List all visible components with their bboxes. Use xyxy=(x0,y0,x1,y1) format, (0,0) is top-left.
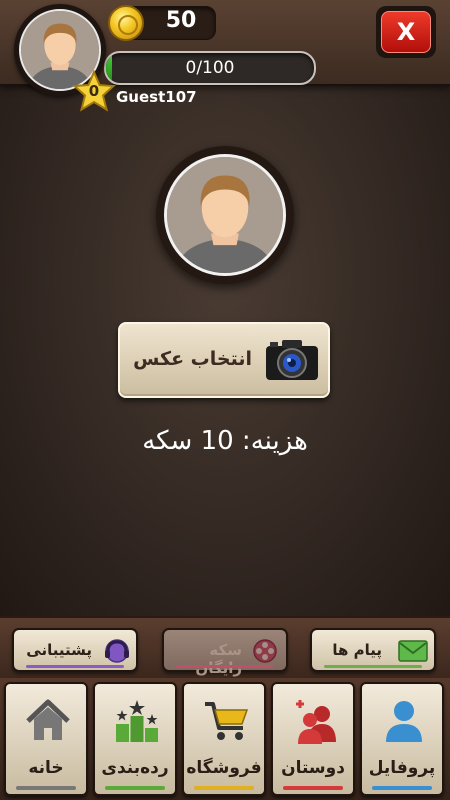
nav-friends-label: دوستان xyxy=(281,758,345,778)
nav-profile-label: پروفایل xyxy=(368,758,436,778)
envelope-icon xyxy=(398,640,428,662)
secondary-action-bar: پشتیبانی سکه رایگان پیام ها xyxy=(0,616,450,678)
support-label: پشتیبانی xyxy=(26,641,92,659)
xp-progress-text: 0/100 xyxy=(185,58,235,78)
messages-label: پیام ها xyxy=(332,641,382,659)
camera-icon xyxy=(266,340,318,380)
nav-shop-accent xyxy=(194,786,254,790)
nav-ranking-label: رده‌بندی xyxy=(101,758,169,778)
close-button[interactable]: X xyxy=(376,6,436,58)
support-button[interactable]: پشتیبانی xyxy=(12,628,138,672)
default-avatar-icon xyxy=(167,157,283,273)
level-number: 0 xyxy=(88,82,100,100)
username: Guest107 xyxy=(116,88,197,106)
close-icon: X xyxy=(381,11,431,53)
nav-friends-button[interactable]: دوستان xyxy=(271,682,355,796)
messages-accent xyxy=(324,665,422,668)
bottom-navigation-bar: خانه رده‌بندی فروشگاه xyxy=(0,678,450,800)
friends-icon xyxy=(296,700,336,744)
coin-value: 50 xyxy=(165,8,197,33)
level-star-badge: 0 xyxy=(72,69,116,114)
home-icon xyxy=(26,699,70,740)
support-accent xyxy=(26,665,124,668)
photo-cost-text: هزینه: 10 سکه xyxy=(142,426,308,456)
nav-profile-accent xyxy=(372,786,432,790)
nav-home-button[interactable]: خانه xyxy=(4,682,88,796)
nav-profile-button[interactable]: پروفایل xyxy=(360,682,444,796)
messages-button[interactable]: پیام ها xyxy=(310,628,436,672)
nav-ranking-button[interactable]: رده‌بندی xyxy=(93,682,177,796)
nav-shop-button[interactable]: فروشگاه xyxy=(182,682,266,796)
profile-avatar-large xyxy=(156,146,294,284)
choose-photo-button[interactable]: انتخاب عکس xyxy=(118,322,330,398)
headset-icon xyxy=(105,639,129,663)
free-coins-label: سکه رایگان xyxy=(195,641,242,677)
nav-home-accent xyxy=(16,786,76,790)
film-reel-icon xyxy=(253,639,277,663)
user-icon xyxy=(386,701,422,742)
free-coins-accent xyxy=(176,665,274,668)
free-coins-button[interactable]: سکه رایگان xyxy=(162,628,288,677)
podium-icon xyxy=(116,700,158,742)
cart-icon xyxy=(205,702,249,740)
coin-icon xyxy=(108,5,144,41)
choose-photo-label: انتخاب عکس xyxy=(133,348,252,370)
nav-home-label: خانه xyxy=(28,758,64,778)
xp-progress-bar: 0/100 xyxy=(104,51,316,85)
nav-friends-accent xyxy=(283,786,343,790)
nav-ranking-accent xyxy=(105,786,165,790)
nav-shop-label: فروشگاه xyxy=(186,758,262,778)
